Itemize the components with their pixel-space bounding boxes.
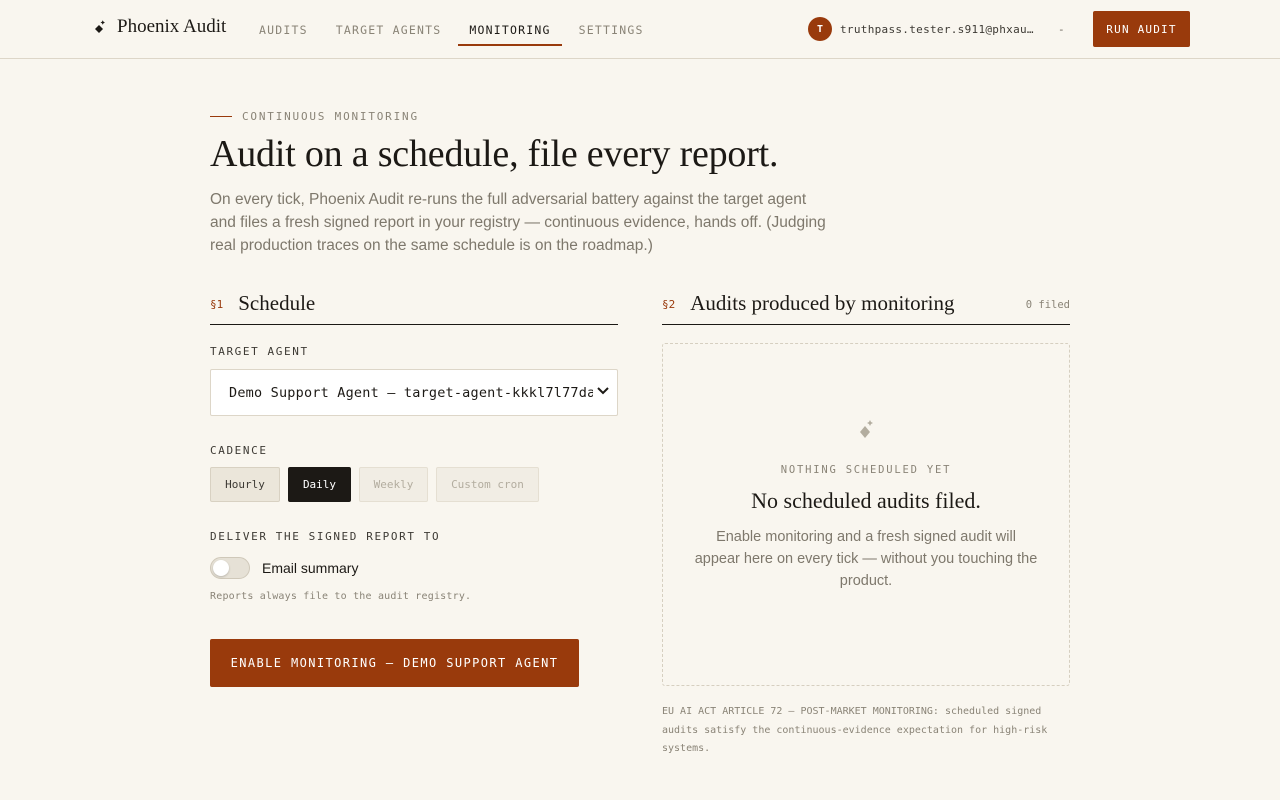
target-agent-select[interactable]: Demo Support Agent — target-agent-kkkl7l… — [210, 369, 618, 416]
brand[interactable]: Phoenix Audit — [93, 16, 226, 38]
sparkle-diamond-icon — [859, 418, 875, 447]
email-summary-row: Email summary — [210, 557, 358, 579]
avatar: T — [808, 17, 832, 41]
cadence-weekly-button: Weekly — [359, 467, 428, 502]
audits-section-header: §2 Audits produced by monitoring 0 filed — [662, 282, 1070, 325]
enable-monitoring-button[interactable]: ENABLE MONITORING — DEMO SUPPORT AGENT — [210, 639, 579, 687]
run-audit-button[interactable]: RUN AUDIT — [1093, 11, 1190, 47]
section-number: §1 — [210, 298, 224, 311]
section-number: §2 — [662, 298, 676, 311]
target-agent-value: Demo Support Agent — target-agent-kkkl7l… — [229, 384, 593, 401]
schedule-section-header: §1 Schedule — [210, 282, 618, 325]
chevron-down-icon — [593, 382, 611, 403]
cadence-label: CADENCE — [210, 444, 268, 457]
nav-item-audits[interactable]: AUDITS — [248, 0, 319, 59]
page-description: On every tick, Phoenix Audit re-runs the… — [210, 191, 826, 254]
nav-item-settings[interactable]: SETTINGS — [568, 0, 655, 59]
cadence-custom-cron-button: Custom cron — [436, 467, 539, 502]
user-menu-caret[interactable]: - — [1058, 23, 1065, 36]
top-navigation-bar: Phoenix Audit AUDITS TARGET AGENTS MONIT… — [0, 0, 1280, 59]
brand-name: Phoenix Audit — [117, 16, 227, 37]
deliver-label: DELIVER THE SIGNED REPORT TO — [210, 530, 441, 543]
nav-item-target-agents[interactable]: TARGET AGENTS — [325, 0, 453, 59]
target-agent-label: TARGET AGENT — [210, 345, 309, 358]
email-summary-toggle[interactable] — [210, 557, 250, 579]
section-title: Audits produced by monitoring — [690, 290, 955, 315]
eyebrow-rule — [210, 116, 232, 117]
eyebrow-text: CONTINUOUS MONITORING — [242, 110, 419, 123]
empty-state-eyebrow: NOTHING SCHEDULED YET — [780, 464, 952, 476]
phoenix-logo-icon — [93, 18, 107, 36]
main-nav: AUDITS TARGET AGENTS MONITORING SETTINGS — [248, 0, 661, 59]
cadence-hourly-button[interactable]: Hourly — [210, 467, 280, 502]
registry-note: Reports always file to the audit registr… — [210, 591, 472, 602]
compliance-footnote: EU AI ACT ARTICLE 72 — POST-MARKET MONIT… — [662, 706, 1048, 754]
empty-state-description: Enable monitoring and a fresh signed aud… — [694, 529, 1038, 589]
filed-count: 0 filed — [1025, 298, 1070, 311]
page-title: Audit on a schedule, file every report. — [210, 133, 779, 175]
cadence-selector: Hourly Daily Weekly Custom cron — [210, 467, 539, 502]
email-summary-label: Email summary — [262, 560, 359, 576]
user-menu[interactable]: T truthpass.tester.s911@phxau… - — [808, 17, 1065, 41]
section-eyebrow: CONTINUOUS MONITORING — [210, 110, 419, 123]
section-title: Schedule — [238, 290, 316, 315]
empty-state: NOTHING SCHEDULED YET No scheduled audit… — [662, 343, 1070, 686]
toggle-knob — [213, 560, 229, 576]
user-email: truthpass.tester.s911@phxau… — [840, 22, 1034, 36]
empty-state-title: No scheduled audits filed. — [751, 488, 981, 513]
cadence-daily-button[interactable]: Daily — [288, 467, 351, 502]
nav-item-monitoring[interactable]: MONITORING — [458, 0, 562, 59]
